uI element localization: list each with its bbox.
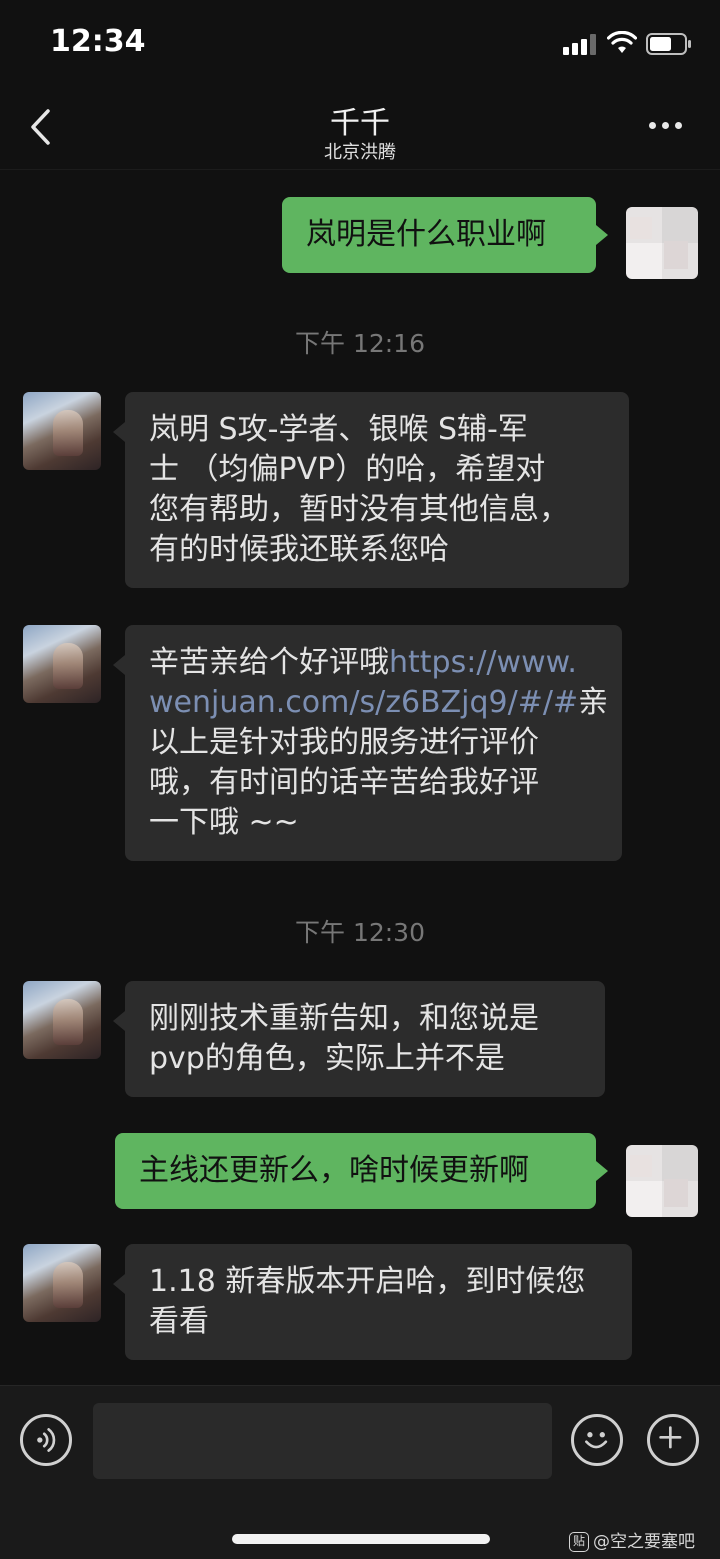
message-line: 岚明 S攻-学者、银喉 S辅-军 — [149, 412, 528, 447]
cellular-signal-icon — [563, 33, 597, 55]
self-avatar[interactable] — [626, 207, 698, 279]
message-text: 主线还更新么，啥时候更新啊 — [139, 1153, 529, 1188]
battery-icon — [646, 33, 691, 55]
message-line: 有的时候我还联系您哈 — [149, 532, 449, 567]
timestamp: 下午 12:16 — [295, 329, 425, 358]
watermark: 贴 @空之要塞吧 — [569, 1527, 695, 1552]
message-line: 刚刚技术重新告知，和您说是 — [149, 1001, 539, 1036]
plus-icon[interactable] — [647, 1414, 699, 1466]
message-text: 亲 — [578, 685, 609, 720]
tieba-badge-icon: 贴 — [569, 1532, 589, 1552]
more-dots-icon[interactable] — [646, 120, 686, 132]
survey-link[interactable]: wenjuan.com/s/z6BZjq9/#/# — [149, 685, 578, 720]
wifi-icon — [607, 31, 637, 53]
self-avatar[interactable] — [626, 1145, 698, 1217]
contact-avatar[interactable] — [23, 981, 101, 1059]
message-line: wenjuan.com/s/z6BZjq9/#/#亲 — [149, 683, 608, 723]
message-bubble-outgoing[interactable]: 主线还更新么，啥时候更新啊 — [115, 1133, 608, 1209]
status-time: 12:34 — [50, 24, 146, 59]
contact-avatar[interactable] — [23, 392, 101, 470]
watermark-text: @空之要塞吧 — [593, 1532, 695, 1552]
message-line: 士 （均偏PVP）的哈，希望对 — [149, 452, 546, 487]
timestamp: 下午 12:30 — [295, 918, 425, 947]
voice-icon[interactable] — [20, 1414, 72, 1466]
message-line: 以上是针对我的服务进行评价 — [149, 725, 539, 760]
message-input[interactable] — [93, 1403, 552, 1479]
contact-avatar[interactable] — [23, 1244, 101, 1322]
message-line: 一下哦 ~~ — [149, 805, 299, 840]
contact-avatar[interactable] — [23, 625, 101, 703]
message-text: 岚明是什么职业啊 — [306, 217, 546, 252]
chat-header: 千千 北京洪腾 — [0, 90, 720, 170]
message-line: 哦，有时间的话辛苦给我好评 — [149, 765, 539, 800]
message-line: 辛苦亲给个好评哦https://www. — [149, 643, 600, 683]
chat-screen: 12:34 千千 北京洪腾 岚明是什么职业啊 下午 12:16 岚明 S攻-学者… — [0, 0, 720, 1559]
message-bubble-incoming[interactable]: 刚刚技术重新告知，和您说是 pvp的角色，实际上并不是 — [113, 981, 605, 1097]
message-bubble-outgoing[interactable]: 岚明是什么职业啊 — [282, 197, 608, 273]
emoji-icon[interactable] — [571, 1414, 623, 1466]
contact-company: 北京洪腾 — [324, 142, 396, 163]
message-bubble-incoming[interactable]: 1.18 新春版本开启哈，到时候您 看看 — [113, 1244, 632, 1360]
message-line: 看看 — [149, 1304, 209, 1339]
message-line: pvp的角色，实际上并不是 — [149, 1041, 505, 1076]
home-indicator[interactable] — [232, 1534, 490, 1544]
survey-link[interactable]: https://www. — [389, 645, 577, 680]
message-bubble-incoming[interactable]: 岚明 S攻-学者、银喉 S辅-军 士 （均偏PVP）的哈，希望对 您有帮助，暂时… — [113, 392, 629, 588]
message-line: 1.18 新春版本开启哈，到时候您 — [149, 1264, 586, 1299]
message-bubble-incoming[interactable]: 辛苦亲给个好评哦https://www. wenjuan.com/s/z6BZj… — [113, 625, 622, 861]
message-text: 辛苦亲给个好评哦 — [149, 645, 389, 680]
status-bar: 12:34 — [0, 0, 720, 90]
contact-name: 千千 — [330, 106, 390, 141]
message-line: 您有帮助，暂时没有其他信息， — [149, 492, 569, 527]
